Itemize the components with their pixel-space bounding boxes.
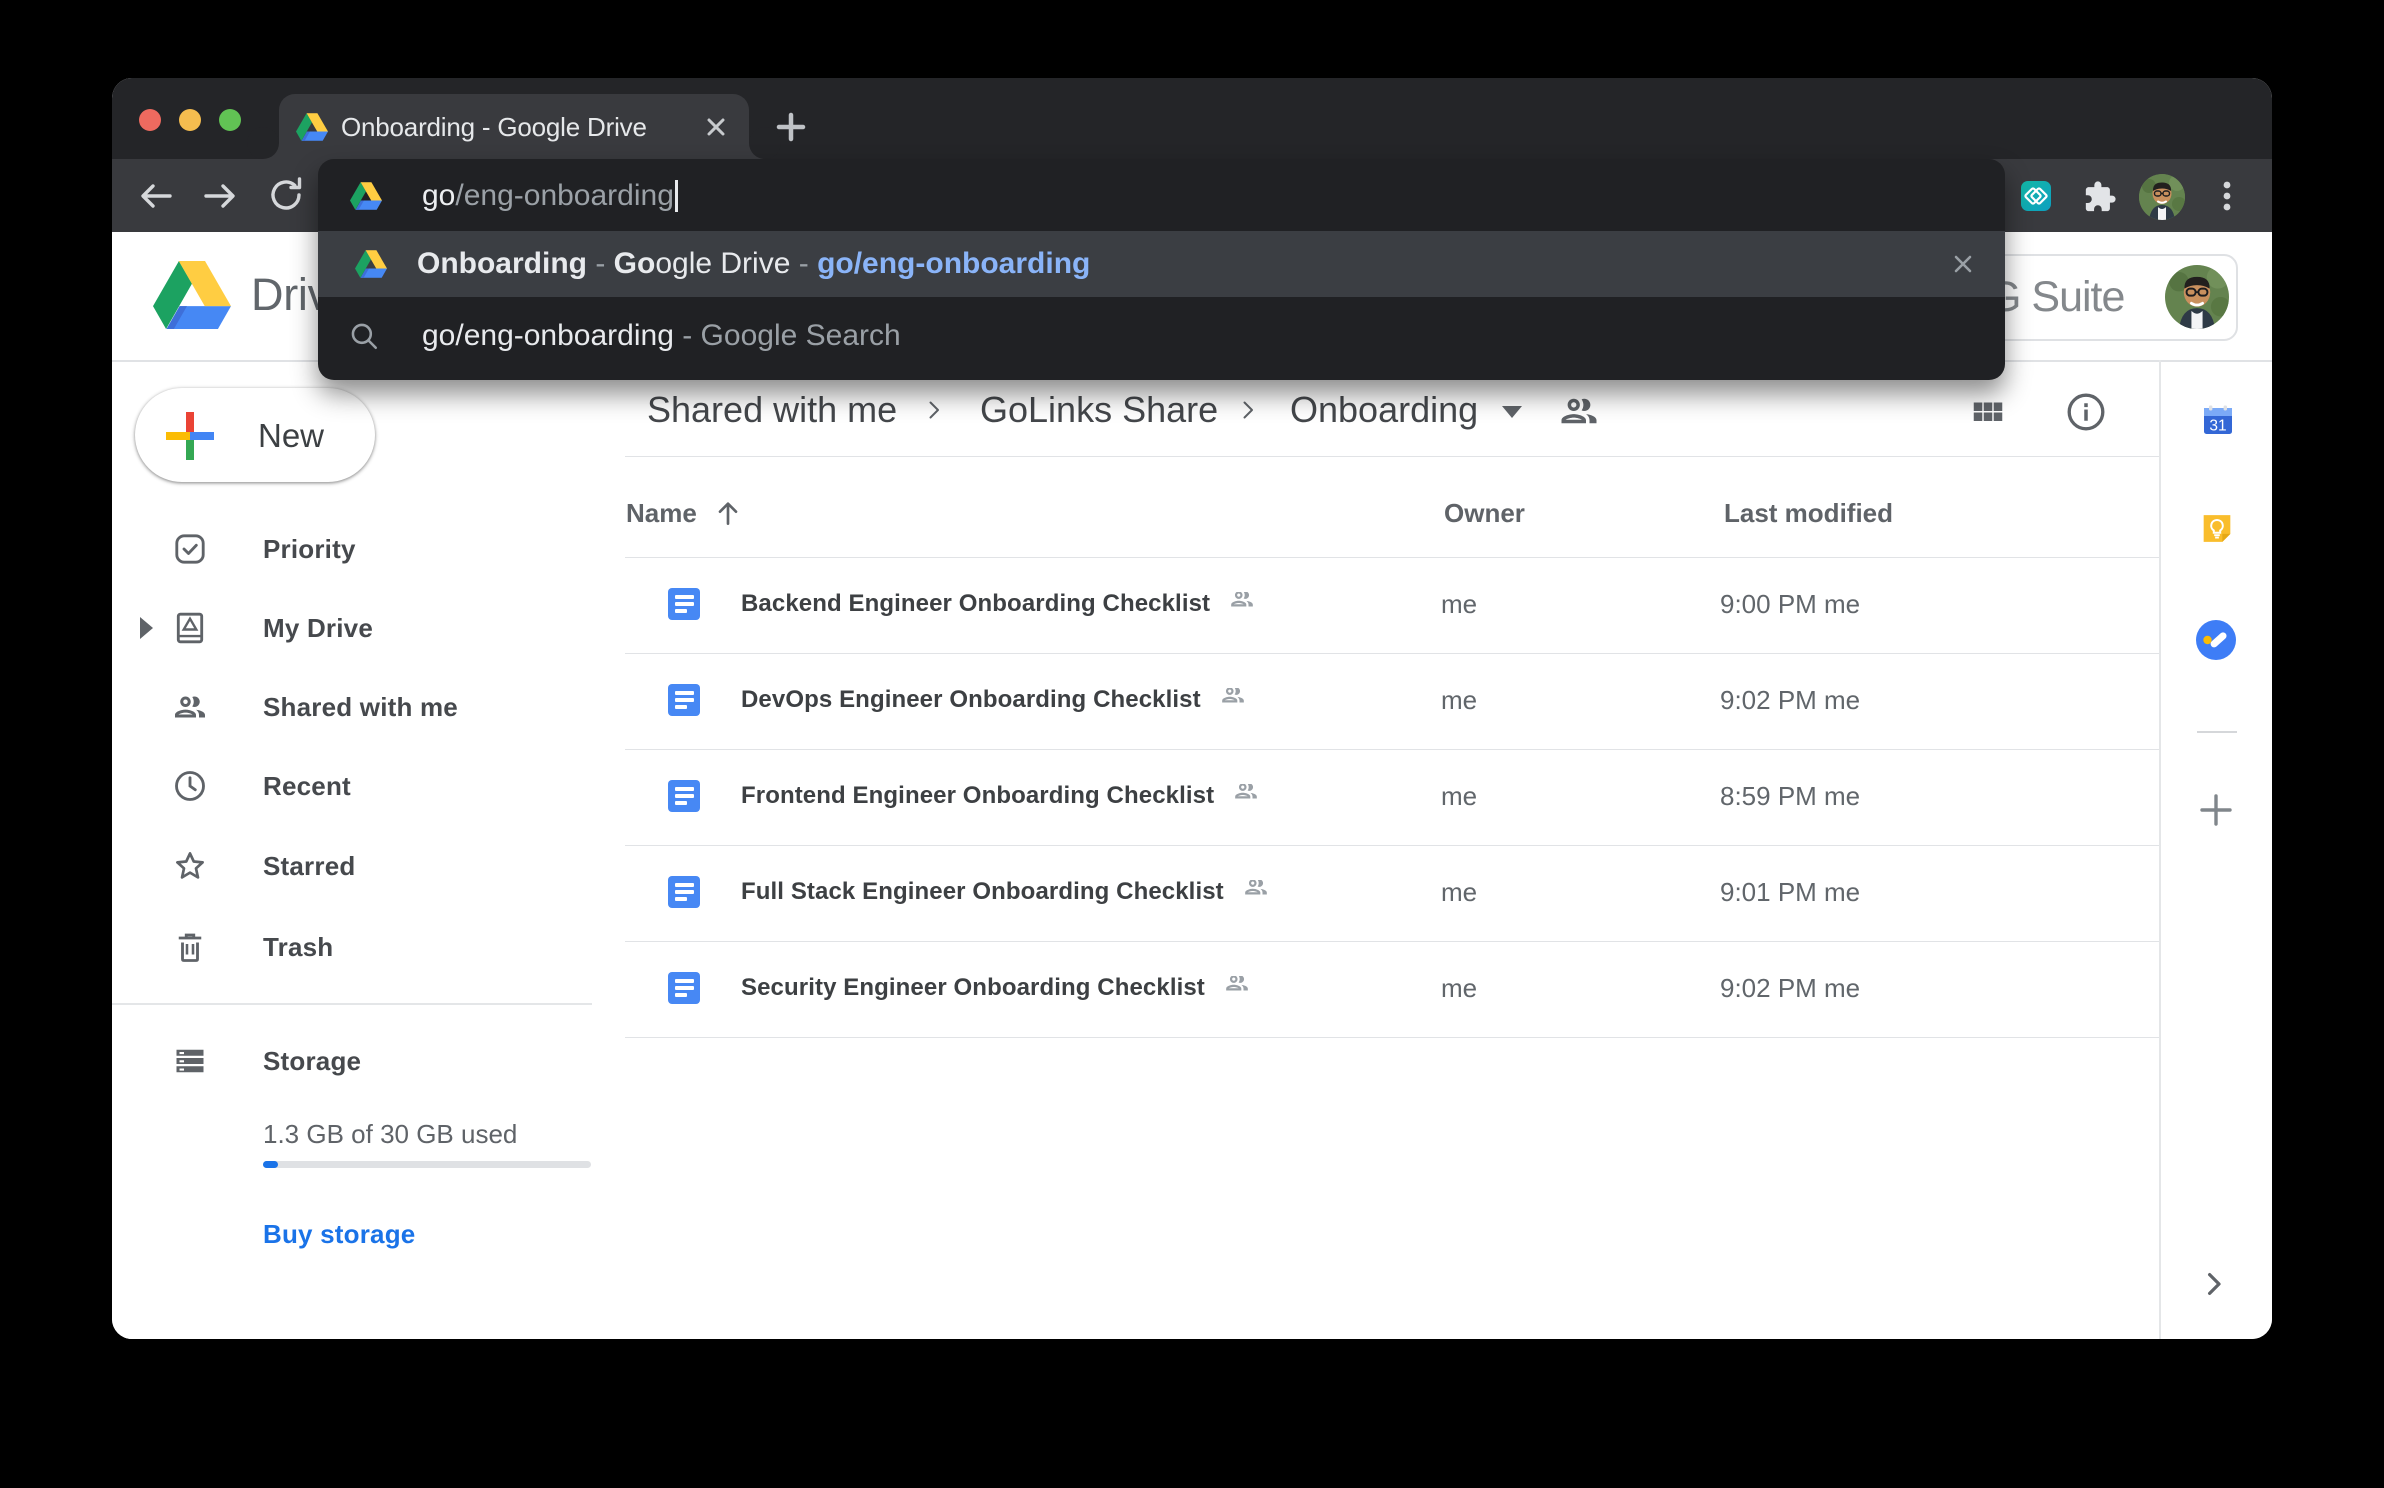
- svg-text:31: 31: [2209, 418, 2226, 435]
